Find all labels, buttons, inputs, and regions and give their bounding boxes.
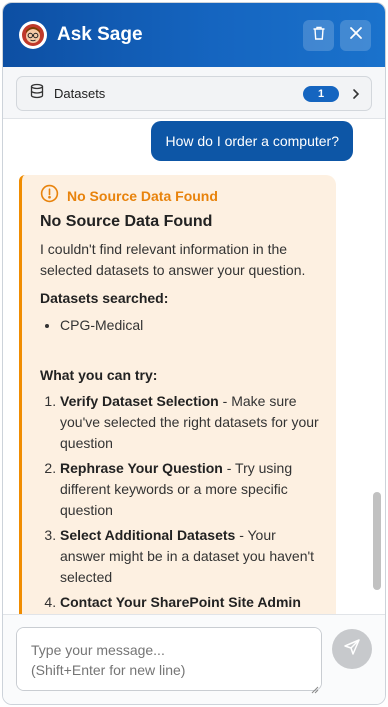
bot-response-card: No Source Data Found No Source Data Foun… bbox=[19, 175, 336, 614]
delete-chat-button[interactable] bbox=[303, 19, 334, 51]
scrollbar-thumb[interactable] bbox=[373, 492, 381, 590]
warning-row: No Source Data Found bbox=[40, 184, 322, 208]
message-list[interactable]: How do I order a computer? No Source Dat… bbox=[3, 120, 385, 614]
chat-window: Ask Sage Datasets 1 How do I order a com… bbox=[2, 2, 386, 705]
resize-handle-icon[interactable] bbox=[311, 681, 319, 699]
list-item: Select Additional Datasets - Your answer… bbox=[60, 525, 322, 588]
list-item: Verify Dataset Selection - Make sure you… bbox=[60, 391, 322, 454]
list-item: Rephrase Your Question - Try using diffe… bbox=[60, 458, 322, 521]
datasets-section: Datasets 1 bbox=[3, 67, 385, 119]
sage-avatar-icon bbox=[19, 21, 47, 49]
datasets-toggle[interactable]: Datasets 1 bbox=[16, 76, 372, 111]
response-intro: I couldn't find relevant information in … bbox=[40, 241, 306, 278]
suggestion-title: Select Additional Datasets bbox=[60, 527, 236, 543]
suggestion-title: Verify Dataset Selection bbox=[60, 393, 219, 409]
datasets-label: Datasets bbox=[54, 86, 106, 101]
database-icon bbox=[29, 83, 45, 104]
send-button[interactable] bbox=[332, 629, 372, 669]
message-input[interactable] bbox=[16, 627, 322, 691]
scrollbar[interactable] bbox=[372, 120, 384, 614]
response-heading: No Source Data Found bbox=[40, 213, 213, 230]
datasets-searched-list: CPG-Medical bbox=[60, 315, 322, 336]
suggestion-title: Rephrase Your Question bbox=[60, 460, 223, 476]
close-button[interactable] bbox=[340, 19, 371, 51]
app-title: Ask Sage bbox=[57, 24, 143, 45]
send-icon bbox=[343, 638, 361, 661]
list-item: Contact Your SharePoint Site Admin bbox=[60, 592, 322, 613]
suggestion-title: Contact Your SharePoint Site Admin bbox=[60, 594, 301, 610]
datasets-searched-label: Datasets searched: bbox=[40, 290, 169, 306]
datasets-count-badge: 1 bbox=[303, 85, 339, 102]
suggestion-list: Verify Dataset Selection - Make sure you… bbox=[60, 391, 322, 613]
warning-title: No Source Data Found bbox=[67, 188, 218, 204]
list-item: CPG-Medical bbox=[60, 315, 322, 336]
trash-icon bbox=[311, 25, 327, 46]
header: Ask Sage bbox=[3, 3, 385, 67]
try-label: What you can try: bbox=[40, 367, 158, 383]
warning-circle-icon bbox=[40, 184, 59, 208]
user-message: How do I order a computer? bbox=[151, 121, 353, 161]
chevron-right-icon bbox=[351, 88, 361, 100]
composer bbox=[3, 614, 385, 704]
close-icon bbox=[349, 26, 363, 45]
